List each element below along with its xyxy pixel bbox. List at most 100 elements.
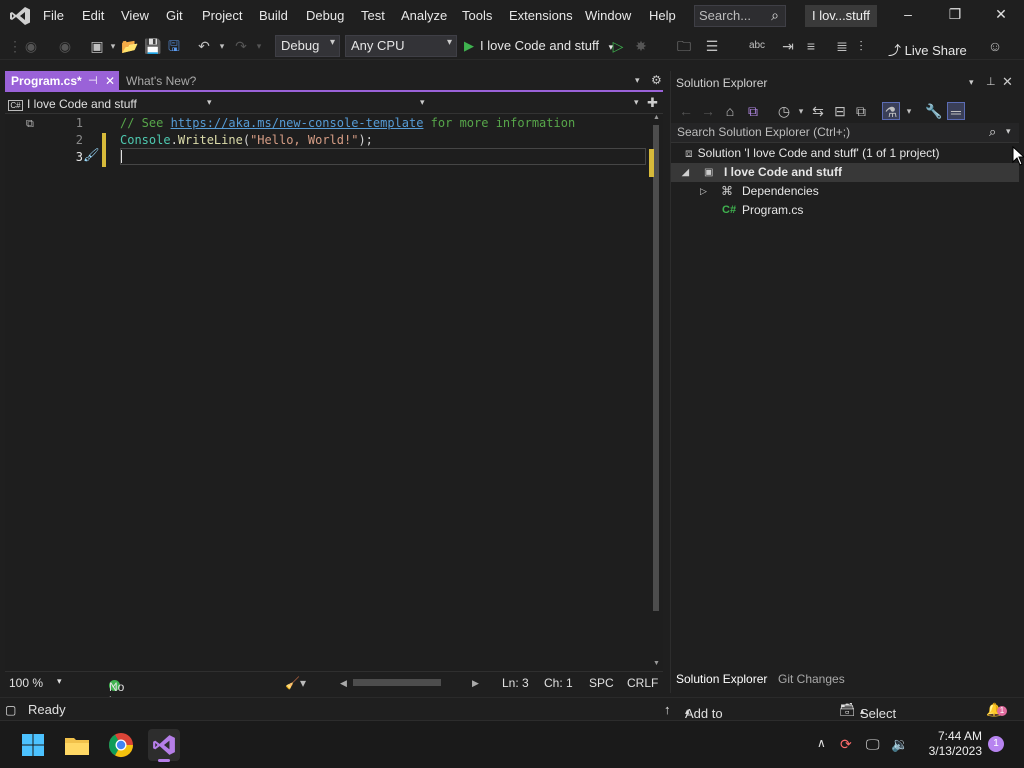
menu-build[interactable]: Build [259,8,288,23]
history-icon[interactable]: ◷ [775,102,793,120]
show-all-files-icon[interactable]: ⧉ [852,102,870,120]
pending-changes-filter-icon[interactable]: ⚗ [882,102,900,120]
menu-view[interactable]: View [121,8,149,23]
solution-search-input[interactable]: Search Solution Explorer (Ctrl+;) ⌕ ▾ [671,123,1019,143]
split-view-icon[interactable]: ✚ [647,95,658,111]
menu-window[interactable]: Window [585,8,631,23]
menu-file[interactable]: File [43,8,64,23]
project-dropdown[interactable]: C# I love Code and stuff [8,95,218,113]
window-position-dropdown-icon[interactable]: ▾ [969,77,974,88]
member-dropdown-chevron-icon[interactable]: ▾ [634,97,639,108]
back-icon[interactable]: ← [677,102,695,120]
menu-git[interactable]: Git [166,8,183,23]
chevron-down-icon[interactable]: ▾ [207,97,212,108]
menu-help[interactable]: Help [649,8,676,23]
visual-studio-taskbar-button[interactable] [148,729,180,762]
step-icon[interactable]: ⇥ [779,37,797,55]
tree-solution-node[interactable]: ⧈ Solution 'I love Code and stuff' (1 of … [685,144,939,163]
preview-selected-icon[interactable]: ═ [947,102,965,120]
network-icon[interactable]: 🖵 [866,736,880,753]
tab-list-dropdown-icon[interactable]: ▾ [635,75,640,86]
tab-solution-explorer[interactable]: Solution Explorer [676,672,767,686]
taskbar-clock[interactable]: 7:44 AM 3/13/2023 [912,729,982,759]
solution-folder-icon[interactable]: 🗀 [675,37,693,55]
windows-start-icon[interactable] [17,729,49,761]
collapse-arrow-icon[interactable]: ◢ [682,163,689,182]
zoom-dropdown-icon[interactable]: ▾ [57,676,62,687]
configuration-select[interactable]: Debug ▾ [275,35,340,57]
pin-icon[interactable]: ⊣ [88,71,98,92]
tree-program-cs-node[interactable]: C# Program.cs [671,201,1019,220]
scroll-left-icon[interactable]: ◀ [340,678,347,689]
menu-extensions[interactable]: Extensions [509,8,573,23]
save-all-icon[interactable]: 🖫 [165,37,183,55]
tab-git-changes[interactable]: Git Changes [778,672,845,686]
line-ending-indicator[interactable]: CRLF [627,676,658,690]
start-without-debugging-icon[interactable]: ▷ [609,37,627,55]
scroll-up-icon[interactable]: ▲ [653,114,660,121]
open-folder-icon[interactable]: 📂 [121,37,139,55]
visual-studio-logo-icon[interactable] [9,6,31,26]
volume-icon[interactable]: 🔉 [891,736,908,753]
menu-debug[interactable]: Debug [306,8,344,23]
filter-dropdown-icon[interactable]: ▾ [900,102,918,120]
horizontal-scrollbar-thumb[interactable] [353,679,441,686]
solution-name-badge[interactable]: I lov...stuff [805,5,877,27]
forward-icon[interactable]: → [699,102,717,120]
properties-icon[interactable]: 🔧 [925,102,943,120]
live-share-button[interactable]: ⤴ Live Share [888,40,967,59]
close-tab-icon[interactable]: ✕ [105,71,115,92]
collapse-all-icon[interactable]: ⊟ [831,102,849,120]
redo-dropdown-icon[interactable]: ▾ [250,37,268,55]
scroll-right-icon[interactable]: ▶ [472,678,479,689]
layout-icon[interactable]: ☰ [703,37,721,55]
template-link[interactable]: https://aka.ms/new-console-template [171,116,424,130]
sync-icon[interactable]: ⇆ [809,102,827,120]
tree-dependencies-node[interactable]: ▷ ⌘ Dependencies [671,182,1019,201]
comment-icon[interactable]: ≡ [802,37,820,55]
hot-reload-icon[interactable]: ✸ [632,37,650,55]
file-explorer-icon[interactable] [61,729,93,761]
minimize-icon[interactable]: – [893,6,923,26]
line-indicator[interactable]: Ln: 3 [502,676,529,690]
notification-center-badge[interactable]: 1 [988,736,1004,752]
home-icon[interactable]: ⌂ [721,102,739,120]
settings-gear-icon[interactable]: ⚙ [651,73,662,87]
quick-actions-brush-icon[interactable]: 🖌 [83,148,100,163]
menu-edit[interactable]: Edit [82,8,104,23]
code-text-area[interactable]: ⧉ 1 2 3 🖌 // See https://aka.ms/new-cons… [5,115,651,671]
scrollbar-thumb[interactable] [653,125,659,611]
spell-check-icon[interactable]: abc [748,37,766,55]
indent-icon[interactable]: ≣ [833,37,851,55]
code-cleanup-icon[interactable]: 🧹▾ [285,676,306,690]
switch-views-icon[interactable]: ⧉ [744,102,762,120]
navigate-back-icon[interactable]: ◉ [22,37,40,55]
redo-icon[interactable]: ↷ [232,37,250,55]
menu-test[interactable]: Test [361,8,385,23]
global-search-input[interactable]: Search... ⌕ [694,5,786,27]
expand-arrow-icon[interactable]: ▷ [700,182,707,201]
overflow-icon[interactable]: ⫶ [852,37,870,55]
start-debugging-button[interactable]: ▶ I love Code and stuff ▾ [464,35,613,57]
update-sync-icon[interactable]: ⟳ [840,736,852,753]
zoom-level[interactable]: 100 % [9,676,43,690]
tab-whats-new[interactable]: What's New? [123,71,233,92]
restore-icon[interactable]: ❐ [940,6,970,26]
tab-program-cs[interactable]: Program.cs* ⊣ ✕ [5,71,119,92]
save-icon[interactable]: 💾 [144,37,162,55]
chrome-icon[interactable] [105,729,137,761]
new-item-dropdown-icon[interactable]: ▾ [104,37,122,55]
pin-icon[interactable]: ⊥ [986,75,996,88]
close-panel-icon[interactable]: ✕ [1002,74,1013,90]
platform-select[interactable]: Any CPU ▾ [345,35,457,57]
whitespace-indicator[interactable]: SPC [589,676,614,690]
menu-tools[interactable]: Tools [462,8,492,23]
code-lens-icon[interactable]: ⧉ [26,117,34,131]
search-icon[interactable]: ⌕ [989,124,996,140]
type-dropdown-chevron-icon[interactable]: ▾ [420,97,425,108]
scroll-down-icon[interactable]: ▼ [653,660,660,667]
tree-project-node[interactable]: ◢ ▣ I love Code and stuff [671,163,1019,182]
chevron-up-icon[interactable]: ∧ [817,736,826,750]
editor-vertical-scrollbar[interactable]: ▲ ▼ [649,114,663,671]
navigate-forward-icon[interactable]: ◉ [56,37,74,55]
